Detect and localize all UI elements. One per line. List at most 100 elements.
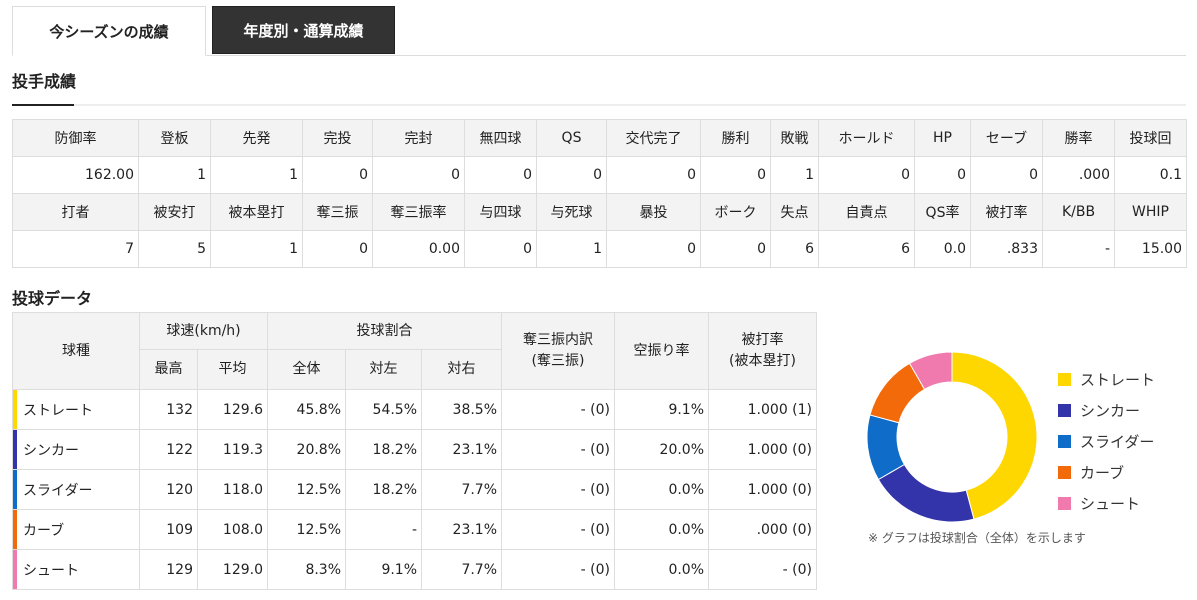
stats-header-cell: 被打率: [970, 193, 1043, 231]
stats-value-cell: 162.00: [12, 156, 139, 194]
stats-header-cell: QS率: [914, 193, 971, 231]
stats-value-cell: .833: [970, 230, 1043, 268]
season-tabs: 今シーズンの成績 年度別・通算成績: [12, 6, 1186, 56]
tab-current-season[interactable]: 今シーズンの成績: [12, 6, 206, 56]
stats-value-cell: .000: [1042, 156, 1115, 194]
pitch-row: シンカー 122 119.3 20.8% 18.2% 23.1% - (0) 20.0% 1.0…: [12, 429, 818, 470]
stats-value-cell: 6: [770, 230, 819, 268]
stats-value-cell: 1: [536, 230, 607, 268]
stats-header-cell: 完封: [372, 119, 465, 157]
pitch-whiff-cell: 9.1%: [614, 389, 710, 430]
section-title-pitching: 投手成績: [12, 72, 77, 91]
stats-value-cell: 0: [914, 156, 971, 194]
col-batting-avg: 被打率 (被本塁打): [708, 312, 818, 390]
stats-header-cell: 無四球: [464, 119, 537, 157]
pitch-avg-cell: 129.0: [196, 549, 269, 590]
pitch-whiff-cell: 0.0%: [614, 469, 710, 510]
pitch-color-bar: [13, 470, 17, 509]
pitch-row: スライダー 120 118.0 12.5% 18.2% 7.7% - (0) 0.0% 1.00…: [12, 469, 818, 510]
stats-value-cell: 1: [210, 156, 303, 194]
col-speed: 球速(km/h): [138, 312, 269, 350]
legend-swatch: [1058, 404, 1071, 417]
pitch-ba-cell: 1.000 (1): [708, 389, 818, 430]
pitch-ba-cell: - (0): [708, 549, 818, 590]
pitch-all-cell: 12.5%: [267, 509, 347, 550]
pitch-left-cell: 9.1%: [345, 549, 423, 590]
stats-value-cell: 0: [818, 156, 915, 194]
pitch-name: スライダー: [23, 482, 93, 499]
col-ratio-all: 全体: [267, 349, 347, 390]
pitch-name: ストレート: [23, 402, 93, 419]
legend-item: カーブ: [1058, 457, 1155, 488]
stats-value-cell: 6: [818, 230, 915, 268]
pitch-avg-cell: 119.3: [196, 429, 269, 470]
section-divider: [12, 104, 1186, 106]
stats-value-cell: 0: [700, 230, 771, 268]
pitch-ratio-donut-chart: [866, 352, 1038, 522]
stats-value-cell: 0: [464, 156, 537, 194]
pitch-whiff-cell: 0.0%: [614, 549, 710, 590]
pitch-color-bar: [13, 550, 17, 589]
legend-label: ストレート: [1080, 371, 1156, 389]
stats-header-cell: 与死球: [536, 193, 607, 231]
legend-label: スライダー: [1080, 433, 1155, 451]
stats-header-cell: 奪三振: [302, 193, 373, 231]
pitch-name: シンカー: [23, 442, 79, 459]
tab-yearly-career[interactable]: 年度別・通算成績: [212, 6, 395, 54]
stats-value-cell: 0: [372, 156, 465, 194]
stats-header-row-2: 打者 被安打 被本塁打 奪三振 奪三振率 与四球 与死球 暴投 ボーク 失点 自責点 QS率 被打率 K/…: [12, 193, 1187, 231]
col-pitch-type: 球種: [12, 312, 140, 390]
stats-header-cell: 勝率: [1042, 119, 1115, 157]
stats-header-cell: 完投: [302, 119, 373, 157]
stats-value-cell: 0: [970, 156, 1043, 194]
pitch-row: カーブ 109 108.0 12.5% -23.1% - (0) 0.0% .000 (0): [12, 509, 818, 550]
legend-swatch: [1058, 435, 1071, 448]
stats-header-cell: 被安打: [138, 193, 211, 231]
pitch-ba-cell: 1.000 (0): [708, 429, 818, 470]
donut-slice: [877, 463, 975, 522]
col-avg-label: 被打率: [741, 332, 784, 348]
stats-header-cell: 与四球: [464, 193, 537, 231]
stats-header-cell: 交代完了: [606, 119, 701, 157]
legend-label: カーブ: [1080, 464, 1125, 482]
pitch-row: ストレート 132 129.6 45.8% 54.5% 38.5% - (0) 9.1% 1.0…: [12, 389, 818, 430]
pitch-left-cell: 18.2%: [345, 469, 423, 510]
pitch-all-cell: 8.3%: [267, 549, 347, 590]
stats-value-cell: 0.00: [372, 230, 465, 268]
pitch-right-cell: 23.1%: [421, 429, 503, 470]
donut-slices: [866, 352, 1038, 522]
pitch-name-cell: ストレート: [12, 389, 140, 430]
legend-item: シュート: [1058, 488, 1155, 519]
stats-value-row-1: 162.00 1 1 0 0 0 0 0 0 1 0 0 0.000 0.1: [12, 156, 1187, 194]
stats-value-cell: 0.0: [914, 230, 971, 268]
col-avg-sub: (被本塁打): [729, 353, 796, 369]
stats-header-cell: 失点: [770, 193, 819, 231]
pitch-name-cell: シュート: [12, 549, 140, 590]
stats-header-cell: ホールド: [818, 119, 915, 157]
stats-header-cell: 防御率: [12, 119, 139, 157]
pitch-name-cell: シンカー: [12, 429, 140, 470]
stats-header-cell: 敗戦: [770, 119, 819, 157]
stats-header-cell: セーブ: [970, 119, 1043, 157]
legend-label: シュート: [1080, 495, 1141, 513]
pitch-max-cell: 120: [139, 469, 198, 510]
pitch-left-cell: 18.2%: [345, 429, 423, 470]
stats-value-cell: 1: [138, 156, 211, 194]
pitch-so-cell: - (0): [501, 549, 616, 590]
col-ratio-right: 対右: [421, 349, 503, 390]
col-ratio: 投球割合: [267, 312, 503, 350]
legend-item: ストレート: [1058, 364, 1155, 395]
pitch-max-cell: 109: [139, 509, 198, 550]
stats-value-cell: 0: [302, 230, 373, 268]
legend-swatch: [1058, 466, 1071, 479]
stats-header-cell: 奪三振率: [372, 193, 465, 231]
pitch-all-cell: 45.8%: [267, 389, 347, 430]
legend-item: シンカー: [1058, 395, 1155, 426]
pitch-whiff-cell: 0.0%: [614, 509, 710, 550]
stats-value-cell: 0: [700, 156, 771, 194]
col-strikeout-label: 奪三振内訳: [523, 332, 594, 348]
pitch-row: シュート 129 129.0 8.3% 9.1% 7.7% - (0) 0.0% - (0): [12, 549, 818, 590]
pitch-ba-cell: 1.000 (0): [708, 469, 818, 510]
pitch-so-cell: - (0): [501, 429, 616, 470]
stats-value-cell: -: [1042, 230, 1115, 268]
